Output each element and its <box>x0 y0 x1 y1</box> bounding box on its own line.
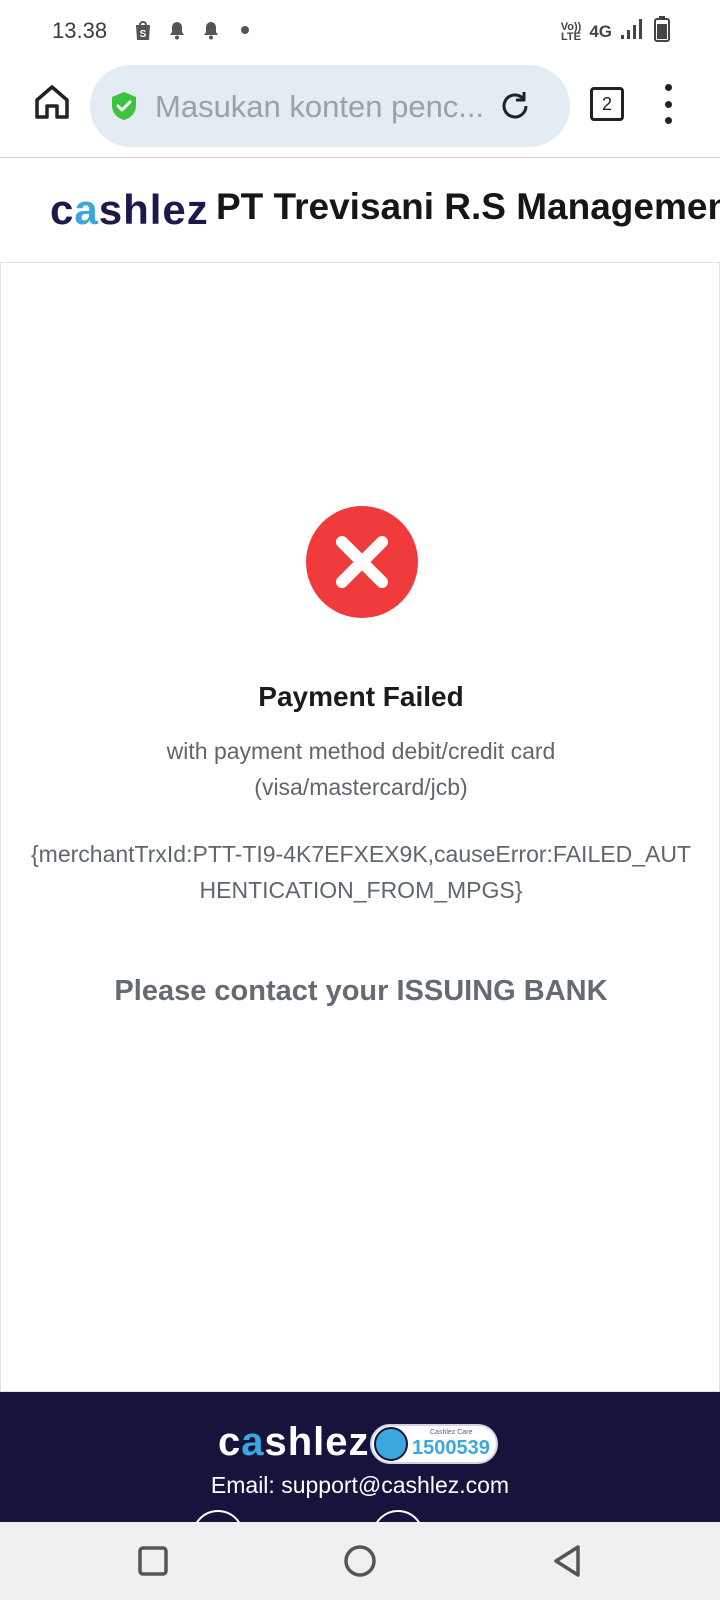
network-type-label: 4G <box>589 21 612 41</box>
bell-icon <box>200 19 222 41</box>
bell-icon <box>166 19 188 41</box>
reload-icon <box>502 92 528 119</box>
browser-toolbar: Masukan konten penc... 2 <box>0 60 720 158</box>
svg-text:S: S <box>140 29 147 40</box>
address-input[interactable]: Masukan konten penc... <box>155 89 495 125</box>
logo-part: shlez <box>98 186 209 233</box>
square-icon <box>138 1546 168 1576</box>
system-navigation-bar <box>0 1522 720 1600</box>
payment-method-description: with payment method debit/credit card (v… <box>166 738 556 800</box>
status-bar: 13.38 S Vo)) LTE 4G <box>0 0 720 60</box>
shopping-bag-icon: S <box>132 19 154 41</box>
logo-accent: a <box>241 1420 265 1464</box>
notification-icons: S <box>132 18 256 42</box>
merchant-name: PT Trevisani R.S Management <box>216 186 720 227</box>
more-notifications-dot-icon <box>234 19 256 41</box>
signal-strength-icon <box>620 18 646 45</box>
back-button[interactable] <box>548 1542 586 1580</box>
footer: cashlez Cashlez Care 1500539 Email: supp… <box>0 1392 720 1522</box>
logo-part: shlez <box>264 1420 370 1464</box>
menu-dot <box>664 117 672 124</box>
battery-icon <box>654 16 670 47</box>
merchant-header: cashlez PT Trevisani R.S Management <box>0 158 720 262</box>
volte-bottom-label: LTE <box>561 30 581 43</box>
back-triangle-icon <box>554 1545 580 1577</box>
error-x-icon <box>306 506 418 618</box>
logo-accent: a <box>74 186 99 233</box>
screen: 13.38 S Vo)) LTE 4G Masukan konten penc.… <box>0 0 720 1600</box>
volte-indicator: Vo)) LTE <box>560 20 582 43</box>
address-bar[interactable]: Masukan konten penc... <box>90 65 570 147</box>
care-agent-icon <box>374 1427 408 1461</box>
home-button[interactable] <box>32 82 72 122</box>
footer-cashlez-logo: cashlez <box>218 1420 370 1465</box>
home-nav-button[interactable] <box>341 1542 379 1580</box>
reload-button[interactable] <box>498 89 532 123</box>
payment-result-panel: Payment Failed with payment method debit… <box>0 262 720 1392</box>
recent-apps-button[interactable] <box>134 1542 172 1580</box>
secure-shield-icon <box>110 91 138 121</box>
cashlez-care-badge[interactable]: Cashlez Care 1500539 <box>370 1424 498 1464</box>
payment-status-title: Payment Failed <box>258 681 464 712</box>
status-time: 13.38 <box>52 18 108 43</box>
error-detail: {merchantTrxId:PTT-TI9-4K7EFXEX9K,causeE… <box>31 841 691 903</box>
system-status-icons: Vo)) LTE 4G <box>561 16 670 47</box>
menu-dot <box>664 100 672 108</box>
logo-part: c <box>218 1420 242 1464</box>
cashlez-logo: cashlez <box>50 186 209 234</box>
social-icon[interactable] <box>192 1510 244 1522</box>
tab-switcher-button[interactable]: 2 <box>590 87 624 121</box>
volte-top-label: Vo)) <box>560 20 582 33</box>
care-phone-number: 1500539 <box>412 1437 490 1459</box>
care-caption: Cashlez Care <box>430 1429 473 1436</box>
home-icon <box>35 85 69 119</box>
circle-icon <box>344 1545 376 1577</box>
overflow-menu-button[interactable] <box>660 84 676 124</box>
support-email[interactable]: Email: support@cashlez.com <box>0 1472 720 1499</box>
contact-message: Please contact your ISSUING BANK <box>114 975 608 1007</box>
social-icon[interactable] <box>372 1510 424 1522</box>
logo-part: c <box>50 186 75 233</box>
menu-dot <box>664 84 672 91</box>
